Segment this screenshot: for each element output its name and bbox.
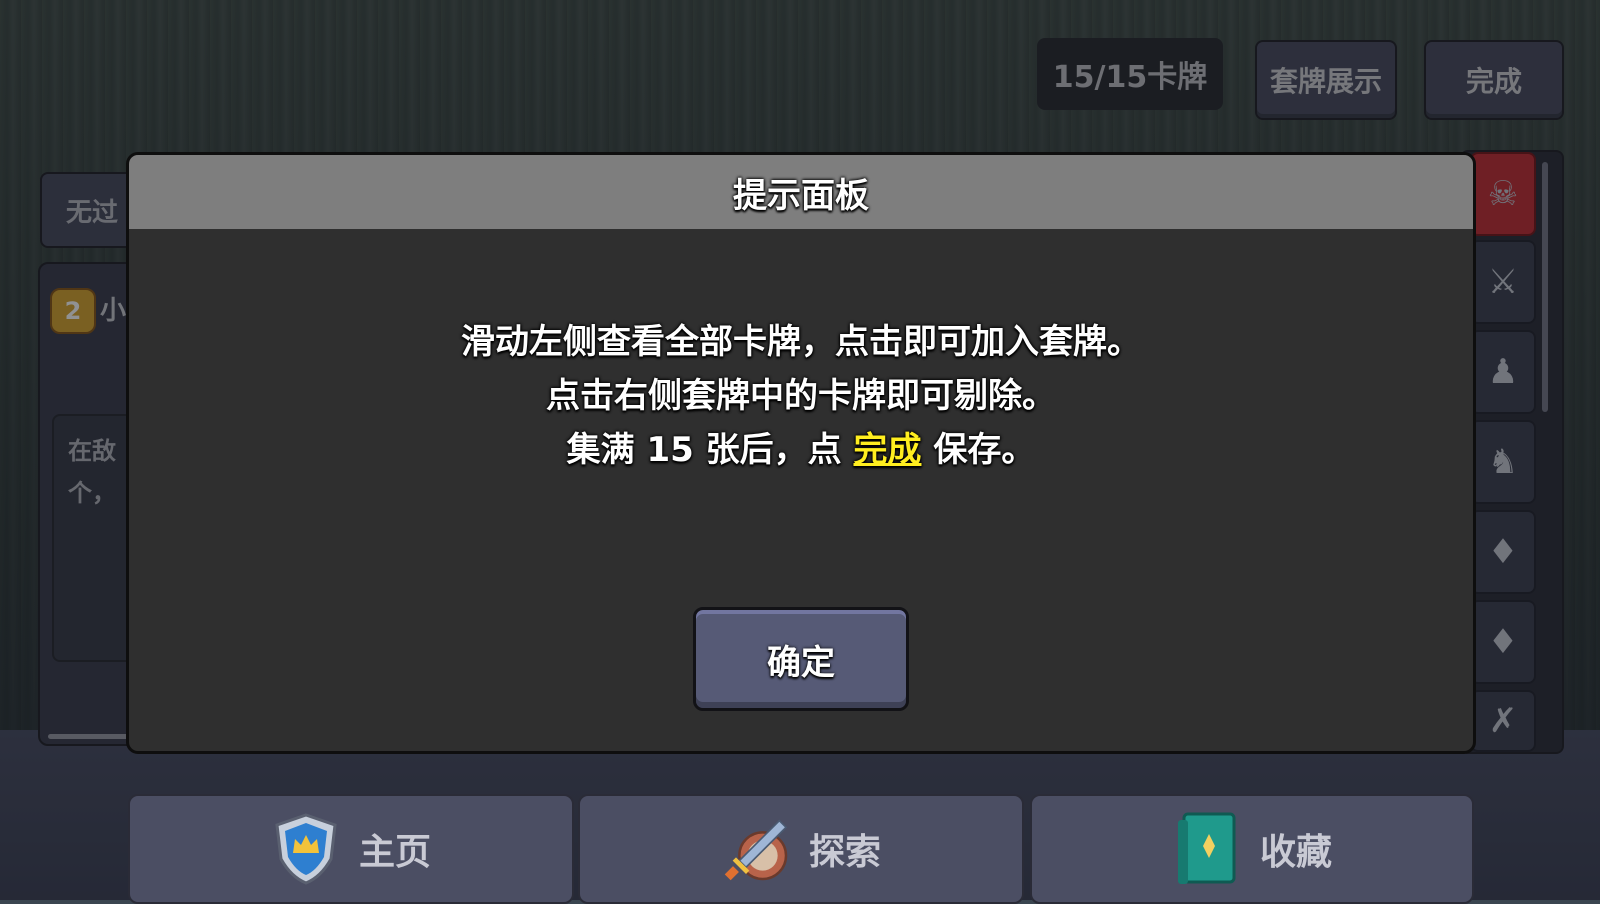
dialog-line-3-suffix: 保存。 [921, 430, 1036, 470]
dialog-title: 提示面板 [129, 155, 1473, 229]
nav-home-label: 主页 [358, 832, 431, 873]
nav-home-button[interactable]: 主页 [128, 794, 574, 904]
nav-collection-label: 收藏 [1259, 832, 1332, 873]
confirm-button[interactable]: 确定 [693, 607, 909, 711]
nav-collection-button[interactable]: 收藏 [1030, 794, 1474, 904]
nav-explore-label: 探索 [808, 832, 881, 873]
hint-dialog: 提示面板 滑动左侧查看全部卡牌，点击即可加入套牌。 点击右侧套牌中的卡牌即可剔除… [126, 152, 1476, 754]
dialog-line-3: 集满 15 张后，点 完成 保存。 [129, 423, 1473, 477]
shield-crown-icon [271, 813, 341, 885]
dialog-line-2: 点击右侧套牌中的卡牌即可剔除。 [546, 376, 1056, 416]
dialog-line-1: 滑动左侧查看全部卡牌，点击即可加入套牌。 [461, 322, 1141, 362]
book-icon [1172, 812, 1242, 884]
done-highlight-text: 完成 [853, 430, 922, 470]
dialog-line-3-prefix: 集满 15 张后，点 [566, 430, 854, 470]
sword-shield-icon [721, 814, 791, 884]
nav-explore-button[interactable]: 探索 [578, 794, 1024, 904]
dialog-message: 滑动左侧查看全部卡牌，点击即可加入套牌。 点击右侧套牌中的卡牌即可剔除。 集满 … [129, 315, 1473, 477]
